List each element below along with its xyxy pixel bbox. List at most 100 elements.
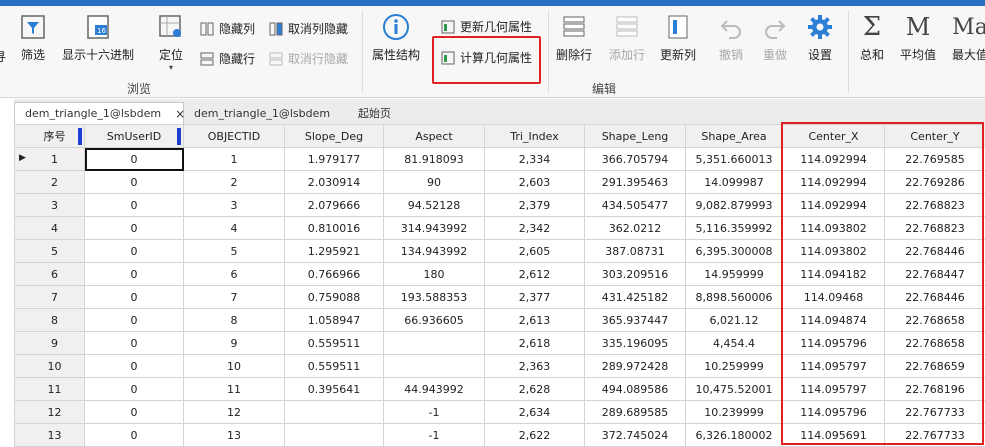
delete-row-button[interactable]: 删除行 xyxy=(556,12,592,63)
table-cell[interactable]: 8,898.560006 xyxy=(685,285,783,309)
average-button[interactable]: M 平均值 xyxy=(900,12,936,63)
column-header[interactable]: Slope_Deg xyxy=(284,124,384,148)
table-cell[interactable]: 0 xyxy=(84,354,184,378)
table-cell[interactable]: 1.979177 xyxy=(284,147,384,171)
row-header[interactable]: 7 xyxy=(14,285,85,309)
table-cell[interactable]: 10.239999 xyxy=(685,400,783,424)
table-cell[interactable]: 387.08731 xyxy=(584,239,686,263)
table-cell[interactable]: 3 xyxy=(183,193,285,217)
table-cell[interactable]: 0.759088 xyxy=(284,285,384,309)
filter-button[interactable]: 筛选 xyxy=(18,12,48,63)
table-cell[interactable]: 6,326.180002 xyxy=(685,423,783,447)
table-cell[interactable] xyxy=(383,331,485,355)
row-header[interactable]: 9 xyxy=(14,331,85,355)
column-header[interactable]: Shape_Leng xyxy=(584,124,686,148)
table-cell[interactable]: 2,377 xyxy=(484,285,585,309)
add-row-button[interactable]: 添加行 xyxy=(609,12,645,63)
table-cell[interactable] xyxy=(284,400,384,424)
row-header[interactable]: 5 xyxy=(14,239,85,263)
table-cell[interactable]: 365.937447 xyxy=(584,308,686,332)
table-cell[interactable]: 180 xyxy=(383,262,485,286)
table-cell[interactable]: 10,475.52001 xyxy=(685,377,783,401)
table-cell[interactable]: 2.030914 xyxy=(284,170,384,194)
column-header[interactable]: OBJECTID xyxy=(183,124,285,148)
table-cell[interactable]: 14.959999 xyxy=(685,262,783,286)
table-cell[interactable]: 0 xyxy=(84,423,184,447)
table-cell[interactable]: 81.918093 xyxy=(383,147,485,171)
table-cell[interactable]: 494.089586 xyxy=(584,377,686,401)
table-cell[interactable]: 289.972428 xyxy=(584,354,686,378)
table-cell[interactable] xyxy=(284,423,384,447)
hide-row-button[interactable]: 隐藏行 xyxy=(199,50,255,67)
table-cell[interactable]: 1.295921 xyxy=(284,239,384,263)
table-cell[interactable]: 0 xyxy=(84,262,184,286)
row-header[interactable]: 6 xyxy=(14,262,85,286)
table-cell[interactable]: 8 xyxy=(183,308,285,332)
table-cell[interactable]: 0 xyxy=(84,377,184,401)
table-cell[interactable]: 431.425182 xyxy=(584,285,686,309)
table-cell[interactable]: 0 xyxy=(84,285,184,309)
undo-button[interactable]: 撤销 xyxy=(716,12,746,63)
hex-button[interactable]: 16 显示十六进制 xyxy=(62,12,134,63)
row-header[interactable]: 10 xyxy=(14,354,85,378)
row-header[interactable]: 1 ▶ xyxy=(14,147,85,171)
table-cell[interactable]: 0 xyxy=(84,147,184,171)
table-cell[interactable]: 2,342 xyxy=(484,216,585,240)
attribute-structure-button[interactable]: 属性结构 xyxy=(372,12,420,63)
table-cell[interactable]: 2,613 xyxy=(484,308,585,332)
table-cell[interactable]: 13 xyxy=(183,423,285,447)
table-cell[interactable]: 372.745024 xyxy=(584,423,686,447)
table-cell[interactable]: 2,603 xyxy=(484,170,585,194)
table-cell[interactable]: 10.259999 xyxy=(685,354,783,378)
table-cell[interactable]: -1 xyxy=(383,400,485,424)
table-cell[interactable]: 291.395463 xyxy=(584,170,686,194)
table-cell[interactable]: 9 xyxy=(183,331,285,355)
table-cell[interactable]: 362.0212 xyxy=(584,216,686,240)
table-cell[interactable]: 5,351.660013 xyxy=(685,147,783,171)
table-cell[interactable]: 1 xyxy=(183,147,285,171)
table-cell[interactable]: 2,605 xyxy=(484,239,585,263)
column-header[interactable]: Aspect xyxy=(383,124,485,148)
table-cell[interactable]: 11 xyxy=(183,377,285,401)
unhide-row-button[interactable]: 取消行隐藏 xyxy=(268,50,348,67)
table-cell[interactable]: -1 xyxy=(383,423,485,447)
tab-start-page[interactable]: 起始页 xyxy=(348,102,401,124)
table-cell[interactable]: 6 xyxy=(183,262,285,286)
table-cell[interactable]: 2,634 xyxy=(484,400,585,424)
row-header[interactable]: 8 xyxy=(14,308,85,332)
update-column-button[interactable]: 更新列 xyxy=(660,12,696,63)
table-cell[interactable]: 289.689585 xyxy=(584,400,686,424)
table-cell[interactable]: 434.505477 xyxy=(584,193,686,217)
unhide-column-button[interactable]: 取消列隐藏 xyxy=(268,20,348,37)
row-header[interactable]: 12 xyxy=(14,400,85,424)
table-cell[interactable]: 2,334 xyxy=(484,147,585,171)
table-cell[interactable]: 0.395641 xyxy=(284,377,384,401)
table-cell[interactable]: 90 xyxy=(383,170,485,194)
table-cell[interactable]: 10 xyxy=(183,354,285,378)
table-cell[interactable]: 2,379 xyxy=(484,193,585,217)
table-cell[interactable]: 2 xyxy=(183,170,285,194)
column-header[interactable]: SmUserID xyxy=(84,124,184,148)
table-cell[interactable]: 335.196095 xyxy=(584,331,686,355)
table-cell[interactable]: 314.943992 xyxy=(383,216,485,240)
table-cell[interactable]: 2,618 xyxy=(484,331,585,355)
table-cell[interactable]: 134.943992 xyxy=(383,239,485,263)
update-geometry-button[interactable]: 更新几何属性 xyxy=(440,18,532,35)
table-cell[interactable]: 0 xyxy=(84,170,184,194)
table-cell[interactable]: 5,116.359992 xyxy=(685,216,783,240)
table-cell[interactable]: 0.766966 xyxy=(284,262,384,286)
table-cell[interactable] xyxy=(383,354,485,378)
table-cell[interactable]: 0 xyxy=(84,400,184,424)
table-cell[interactable]: 2.079666 xyxy=(284,193,384,217)
table-cell[interactable]: 0 xyxy=(84,331,184,355)
table-cell[interactable]: 2,622 xyxy=(484,423,585,447)
table-cell[interactable]: 0 xyxy=(84,193,184,217)
row-header[interactable]: 13 xyxy=(14,423,85,447)
table-cell[interactable]: 94.52128 xyxy=(383,193,485,217)
tab-dem-active[interactable]: dem_triangle_1@lsbdem × xyxy=(14,102,185,124)
hide-column-button[interactable]: 隐藏列 xyxy=(199,20,255,37)
table-cell[interactable]: 0.559511 xyxy=(284,354,384,378)
table-cell[interactable]: 0 xyxy=(84,308,184,332)
row-header[interactable]: 11 xyxy=(14,377,85,401)
column-header[interactable]: Shape_Area xyxy=(685,124,783,148)
